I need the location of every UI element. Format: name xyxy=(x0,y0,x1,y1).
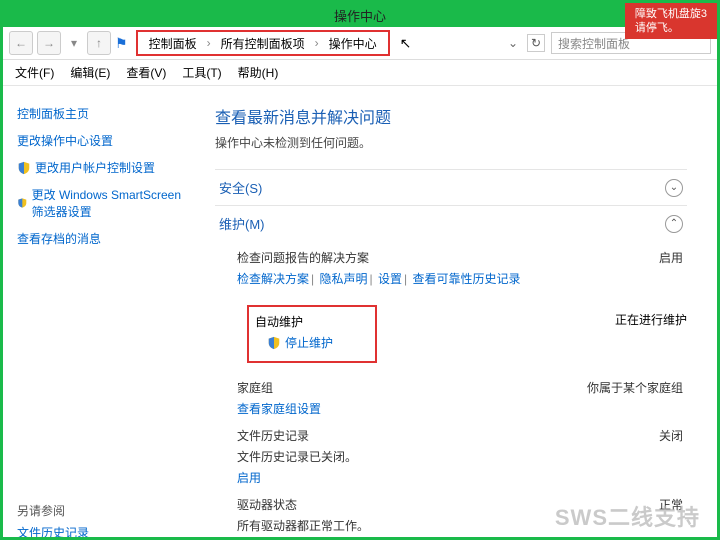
content-pane: 查看最新消息并解决问题 操作中心未检测到任何问题。 安全(S) ⌄ 维护(M) … xyxy=(203,86,717,537)
sidebar-item[interactable]: 更改操作中心设置 xyxy=(17,127,193,154)
shield-icon xyxy=(17,161,31,175)
homegroup-item: 家庭组 你属于某个家庭组 查看家庭组设置 xyxy=(215,371,687,419)
nav-toolbar: ← → ▾ ↑ ⚑ 控制面板› 所有控制面板项› 操作中心 ↖ ⌄ ↻ 搜索控制… xyxy=(3,27,717,60)
chevron-up-icon: ⌃ xyxy=(665,215,683,233)
reliability-link[interactable]: 查看可靠性历史记录 xyxy=(412,272,520,286)
menu-help[interactable]: 帮助(H) xyxy=(232,62,285,83)
security-section-header[interactable]: 安全(S) ⌄ xyxy=(215,169,687,205)
sidebar-item[interactable]: 更改 Windows SmartScreen 筛选器设置 xyxy=(17,181,193,225)
report-links: 检查解决方案| 隐私声明| 设置| 查看可靠性历史记录 xyxy=(237,270,683,287)
chevron-down-icon: ⌄ xyxy=(665,179,683,197)
address-dropdown[interactable]: ⌄ xyxy=(505,36,521,50)
enable-history-link[interactable]: 启用 xyxy=(237,471,261,485)
menu-bar: 文件(F) 编辑(E) 查看(V) 工具(T) 帮助(H) xyxy=(3,60,717,86)
auto-maintenance-status: 正在进行维护 xyxy=(615,297,687,371)
auto-maintenance-label: 自动维护 xyxy=(255,313,369,330)
drive-status-item: 驱动器状态 正常 所有驱动器都正常工作。 xyxy=(215,488,687,537)
page-subtitle: 操作中心未检测到任何问题。 xyxy=(215,134,687,151)
maintenance-section-header[interactable]: 维护(M) ⌃ xyxy=(215,205,687,241)
forward-button[interactable]: → xyxy=(37,31,61,55)
sidebar-item[interactable]: 更改用户帐户控制设置 xyxy=(17,154,193,181)
back-button[interactable]: ← xyxy=(9,31,33,55)
stop-maintenance-link[interactable]: 停止维护 xyxy=(255,334,369,351)
notification-toast: 障致飞机盘旋3 请停飞。 xyxy=(625,3,717,39)
cursor-icon: ↖ xyxy=(400,35,412,52)
page-title: 查看最新消息并解决问题 xyxy=(215,104,687,128)
refresh-button[interactable]: ↻ xyxy=(527,34,545,52)
breadcrumb-item[interactable]: 操作中心 xyxy=(326,35,380,52)
title-bar: 操作中心 障致飞机盘旋3 请停飞。 xyxy=(3,3,717,27)
homegroup-settings-link[interactable]: 查看家庭组设置 xyxy=(237,402,321,416)
related-heading: 另请参阅 xyxy=(17,502,193,519)
menu-view[interactable]: 查看(V) xyxy=(120,62,172,83)
sidebar-related[interactable]: 文件历史记录 xyxy=(17,519,193,537)
menu-edit[interactable]: 编辑(E) xyxy=(64,62,116,83)
sidebar-item[interactable]: 查看存档的消息 xyxy=(17,225,193,252)
breadcrumb-item[interactable]: 控制面板 xyxy=(146,35,200,52)
menu-file[interactable]: 文件(F) xyxy=(9,62,60,83)
up-button[interactable]: ↑ xyxy=(87,31,111,55)
recent-dropdown[interactable]: ▾ xyxy=(65,31,83,55)
window-title: 操作中心 xyxy=(334,6,386,25)
shield-icon xyxy=(267,336,281,350)
sidebar-item[interactable]: 控制面板主页 xyxy=(17,100,193,127)
auto-maintenance-box: 自动维护 停止维护 xyxy=(247,305,377,363)
report-item: 检查问题报告的解决方案 启用 检查解决方案| 隐私声明| 设置| 查看可靠性历史… xyxy=(215,241,687,289)
menu-tools[interactable]: 工具(T) xyxy=(176,62,227,83)
flag-icon: ⚑ xyxy=(115,35,128,52)
shield-icon xyxy=(17,196,28,210)
privacy-link[interactable]: 隐私声明 xyxy=(319,272,367,286)
settings-link[interactable]: 设置 xyxy=(378,272,402,286)
breadcrumb-item[interactable]: 所有控制面板项 xyxy=(218,35,308,52)
sidebar: 控制面板主页 更改操作中心设置 更改用户帐户控制设置 更改 Windows Sm… xyxy=(3,86,203,537)
check-solutions-link[interactable]: 检查解决方案 xyxy=(237,272,309,286)
breadcrumb[interactable]: 控制面板› 所有控制面板项› 操作中心 xyxy=(136,30,390,56)
file-history-item: 文件历史记录 关闭 文件历史记录已关闭。 启用 xyxy=(215,419,687,488)
